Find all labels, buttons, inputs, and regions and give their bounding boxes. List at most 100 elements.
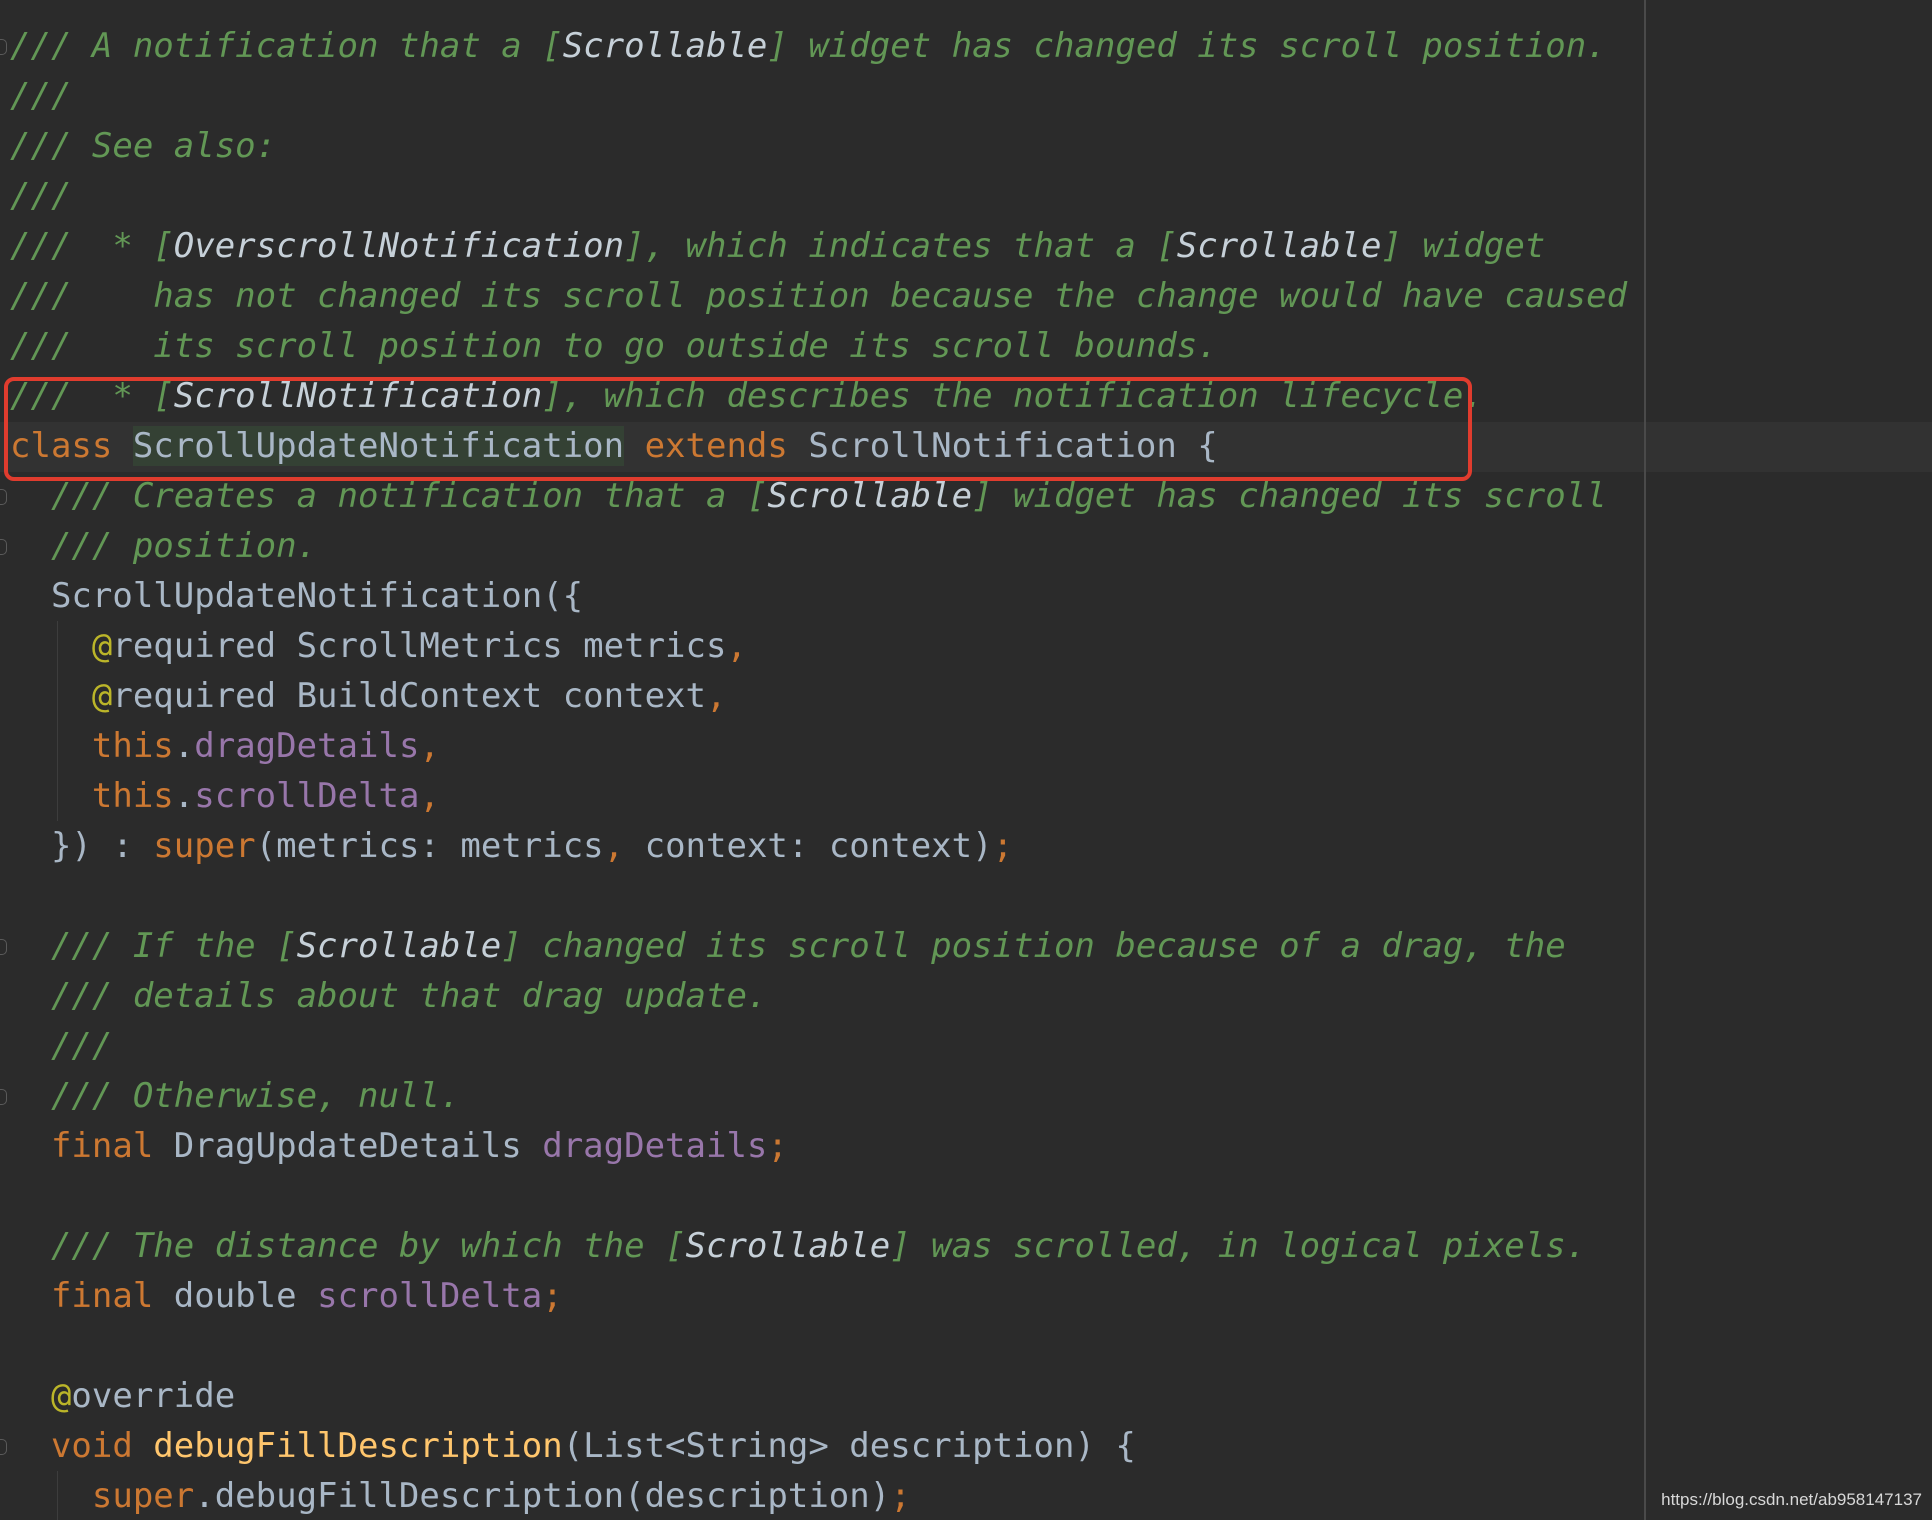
code-line[interactable]: /// has not changed its scroll position … <box>10 271 1627 321</box>
code-line[interactable]: /// If the [Scrollable] changed its scro… <box>10 921 1566 971</box>
code-token: Scrollable <box>685 1226 891 1266</box>
code-token: extends <box>624 426 809 466</box>
code-token: OverscrollNotification <box>173 226 625 266</box>
fold-marker-icon[interactable] <box>0 39 7 55</box>
code-token: scrollDelta <box>317 1276 543 1316</box>
code-token: ] widget has changed its scroll position… <box>767 26 1607 66</box>
code-line[interactable]: /// * [OverscrollNotification], which in… <box>10 221 1545 271</box>
code-token: ; <box>542 1276 563 1316</box>
code-line[interactable]: this.scrollDelta, <box>10 771 440 821</box>
code-token: void <box>10 1426 154 1466</box>
code-token: /// * [ <box>10 376 174 416</box>
code-token: ; <box>992 826 1014 866</box>
code-token: /// position. <box>10 526 318 566</box>
code-line[interactable]: }) : super(metrics: metrics, context: co… <box>10 821 1013 871</box>
code-line[interactable]: /// A notification that a [Scrollable] w… <box>10 21 1607 71</box>
code-token: /// <box>10 176 72 216</box>
code-token: /// Otherwise, null. <box>10 1076 461 1116</box>
code-line[interactable]: /// * [ScrollNotification], which descri… <box>10 371 1484 421</box>
code-token: this <box>10 726 174 766</box>
code-line[interactable]: void debugFillDescription(List<String> d… <box>10 1421 1136 1471</box>
code-token: debugFillDescription <box>153 1426 563 1466</box>
code-token: /// details about that drag update. <box>10 976 768 1016</box>
code-line[interactable]: /// details about that drag update. <box>10 971 767 1021</box>
code-token: dragDetails <box>194 726 420 766</box>
code-token: ], which indicates that a [ <box>624 226 1177 266</box>
code-token: final <box>10 1276 174 1316</box>
code-token: , <box>419 726 440 766</box>
code-token: ] widget has changed its scroll <box>972 476 1607 516</box>
code-token: required ScrollMetrics metrics <box>112 626 727 666</box>
code-line[interactable]: super.debugFillDescription(description); <box>10 1471 911 1520</box>
code-token: scrollDelta <box>194 776 420 816</box>
code-token: , <box>705 676 727 716</box>
code-token: , <box>603 826 645 866</box>
fold-marker-icon[interactable] <box>0 939 7 955</box>
code-token: /// A notification that a [ <box>10 26 563 66</box>
code-token: ScrollNotification <box>173 376 543 416</box>
code-token: .debugFillDescription(description) <box>194 1476 891 1516</box>
code-token: ] changed its scroll position because of… <box>501 926 1566 966</box>
code-token: class <box>10 426 133 466</box>
fold-marker-icon[interactable] <box>0 1089 7 1105</box>
code-line[interactable]: /// Creates a notification that a [Scrol… <box>10 471 1607 521</box>
code-token: /// See also: <box>10 126 277 166</box>
code-token: /// If the [ <box>10 926 297 966</box>
code-token: Scrollable <box>296 926 502 966</box>
code-token: required BuildContext context <box>112 676 706 716</box>
code-token: super <box>10 1476 195 1516</box>
code-token: super <box>153 826 256 866</box>
code-line[interactable]: /// <box>10 171 71 221</box>
code-token: ; <box>767 1126 788 1166</box>
fold-marker-icon[interactable] <box>0 1439 7 1455</box>
code-token: @ <box>10 626 113 666</box>
code-line[interactable]: ScrollUpdateNotification({ <box>10 571 583 621</box>
code-token: ScrollUpdateNotification({ <box>10 576 584 616</box>
code-token: /// <box>10 76 72 116</box>
code-token: , <box>726 626 747 666</box>
code-token: dragDetails <box>542 1126 768 1166</box>
code-line[interactable]: /// The distance by which the [Scrollabl… <box>10 1221 1586 1271</box>
code-line[interactable]: /// position. <box>10 521 317 571</box>
code-token: /// has not changed its scroll position … <box>10 276 1628 316</box>
code-token: /// its scroll position to go outside it… <box>10 326 1218 366</box>
code-line[interactable]: /// its scroll position to go outside it… <box>10 321 1218 371</box>
code-token: override <box>71 1376 236 1416</box>
code-token: final <box>10 1126 174 1166</box>
right-margin-guide <box>1644 0 1646 1520</box>
indent-guide <box>57 621 58 821</box>
code-token: Scrollable <box>767 476 973 516</box>
code-token: , <box>419 776 440 816</box>
code-line[interactable]: /// Otherwise, null. <box>10 1071 460 1121</box>
code-line[interactable]: @required ScrollMetrics metrics, <box>10 621 747 671</box>
code-token: . <box>173 776 195 816</box>
code-token: context: context) <box>644 826 993 866</box>
code-token: ] was scrolled, in logical pixels. <box>890 1226 1587 1266</box>
code-token: ] widget <box>1381 226 1546 266</box>
code-token: @ <box>10 676 113 716</box>
fold-marker-icon[interactable] <box>0 539 7 555</box>
watermark-url: https://blog.csdn.net/ab958147137 <box>1661 1490 1922 1509</box>
code-line[interactable]: /// <box>10 1021 112 1071</box>
code-line[interactable]: /// See also: <box>10 121 276 171</box>
code-line[interactable]: @override <box>10 1371 235 1421</box>
code-token: ], which describes the notification life… <box>542 376 1484 416</box>
code-token: @ <box>10 1376 72 1416</box>
code-editor[interactable]: /// A notification that a [Scrollable] w… <box>0 0 1932 1520</box>
code-token: ScrollNotification { <box>808 426 1218 466</box>
code-line[interactable]: @required BuildContext context, <box>10 671 727 721</box>
code-line[interactable]: this.dragDetails, <box>10 721 440 771</box>
fold-marker-icon[interactable] <box>0 489 7 505</box>
code-token: }) : <box>10 826 154 866</box>
code-token: Scrollable <box>1176 226 1382 266</box>
code-line[interactable]: final double scrollDelta; <box>10 1271 563 1321</box>
code-line[interactable]: class ScrollUpdateNotification extends S… <box>10 421 1218 471</box>
code-token: ScrollUpdateNotification <box>132 426 625 466</box>
code-token: (List<String> description) { <box>562 1426 1136 1466</box>
indent-guide <box>57 1471 58 1520</box>
code-line[interactable]: final DragUpdateDetails dragDetails; <box>10 1121 788 1171</box>
code-token: this <box>10 776 174 816</box>
code-line[interactable]: /// <box>10 71 71 121</box>
code-token: /// The distance by which the [ <box>10 1226 686 1266</box>
code-token: ; <box>890 1476 911 1516</box>
